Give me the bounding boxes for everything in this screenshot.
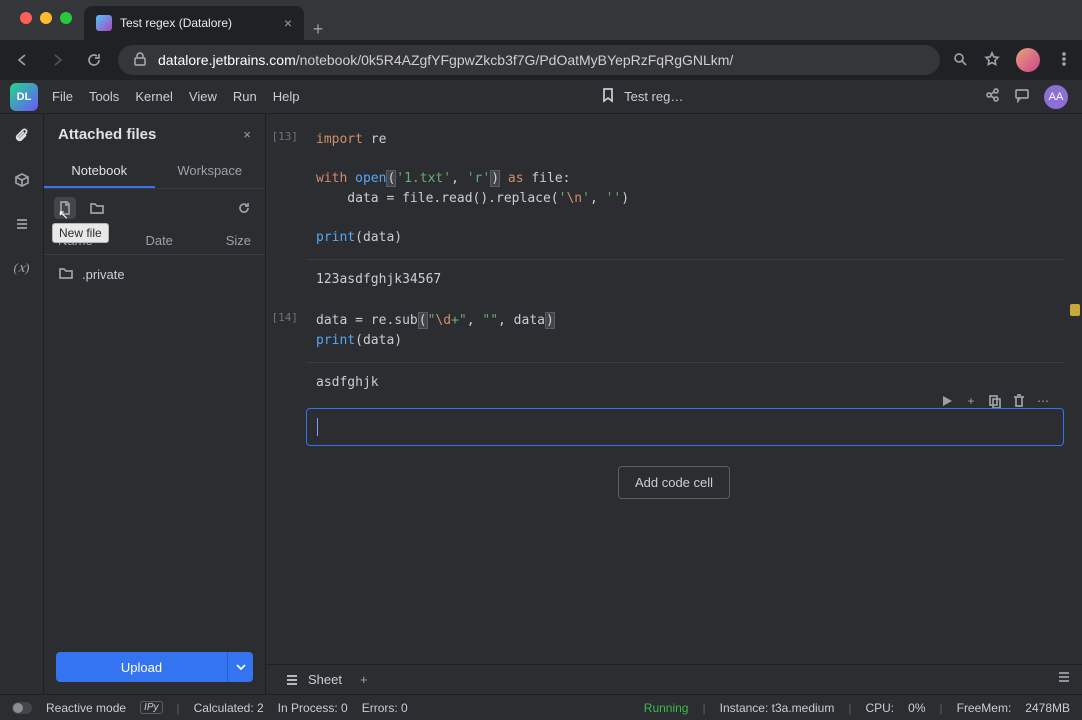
status-calculated: Calculated: 2 (194, 701, 264, 715)
user-avatar[interactable]: AA (1044, 85, 1068, 109)
box-icon (14, 172, 30, 188)
window-close-icon[interactable] (20, 12, 32, 24)
new-folder-button[interactable] (86, 197, 108, 219)
address-bar[interactable]: datalore.jetbrains.com/notebook/0k5R4AZg… (118, 45, 940, 75)
status-freemem-label: FreeMem: (957, 701, 1012, 715)
browser-tab[interactable]: Test regex (Datalore) × (84, 6, 304, 40)
browser-menu-icon[interactable] (1056, 51, 1072, 70)
reload-button[interactable] (82, 48, 106, 72)
rail-attached-files[interactable] (10, 124, 34, 148)
code-input[interactable]: data = re.sub("\d+", "", data) print(dat… (306, 305, 1064, 356)
col-date[interactable]: Date (145, 233, 172, 248)
menu-tools[interactable]: Tools (89, 89, 119, 104)
side-panel-title: Attached files (58, 126, 156, 143)
sheet-icon (284, 672, 300, 688)
menu-kernel[interactable]: Kernel (135, 89, 173, 104)
refresh-button[interactable] (233, 197, 255, 219)
sheet-name: Sheet (308, 672, 342, 687)
arrow-right-icon (50, 52, 66, 68)
paperclip-icon (14, 128, 30, 144)
rail-packages[interactable] (10, 168, 34, 192)
scroll-marker (1070, 304, 1080, 316)
refresh-icon (236, 200, 252, 216)
lock-icon (132, 51, 148, 70)
add-code-cell-button[interactable]: Add code cell (618, 466, 730, 499)
chevron-down-icon (233, 659, 249, 675)
reload-icon (86, 52, 102, 68)
close-panel-icon[interactable]: × (243, 127, 251, 142)
rail-variables[interactable]: (𝑥) (10, 256, 34, 280)
search-in-page-icon[interactable] (952, 51, 968, 70)
upload-dropdown[interactable] (227, 652, 253, 682)
status-instance[interactable]: Instance: t3a.medium (720, 701, 835, 715)
menu-run[interactable]: Run (233, 89, 257, 104)
reactive-mode-toggle[interactable] (12, 702, 32, 714)
empty-code-cell[interactable] (306, 408, 1064, 446)
bookmark-star-icon[interactable] (984, 51, 1000, 70)
rail-toc[interactable] (10, 212, 34, 236)
copy-icon (987, 393, 1003, 409)
status-running: Running (644, 701, 689, 715)
layout-toggle-icon[interactable] (1056, 670, 1072, 689)
new-file-button[interactable]: ↖ (54, 197, 76, 219)
sheet-tab[interactable]: Sheet (276, 668, 350, 692)
text-caret (317, 418, 318, 436)
back-button[interactable] (10, 48, 34, 72)
forward-button[interactable] (46, 48, 70, 72)
comments-icon[interactable] (1014, 87, 1030, 106)
code-input[interactable]: import re with open('1.txt', 'r') as fil… (306, 124, 1064, 253)
upload-button[interactable]: Upload (56, 652, 227, 682)
new-file-icon (57, 200, 73, 216)
tooltip-new-file: New file (52, 223, 109, 243)
col-size[interactable]: Size (226, 233, 251, 248)
menu-view[interactable]: View (189, 89, 217, 104)
bookmark-icon[interactable] (600, 87, 616, 106)
play-icon (939, 393, 955, 409)
cell-prompt: [13] (266, 124, 306, 299)
notebook-title[interactable]: Test reg… (624, 89, 683, 104)
new-tab-button[interactable]: + (304, 19, 332, 40)
menu-file[interactable]: File (52, 89, 73, 104)
folder-icon (58, 265, 74, 284)
ipy-badge: IPy (140, 701, 162, 714)
status-in-process: In Process: 0 (278, 701, 348, 715)
cell-output: 123asdfghjk34567 (306, 259, 1064, 299)
list-icon (14, 216, 30, 232)
arrow-left-icon (14, 52, 30, 68)
file-name: .private (82, 267, 125, 282)
trash-icon (1011, 393, 1027, 409)
datalore-favicon-icon (96, 15, 112, 31)
add-sheet-button[interactable]: + (360, 672, 368, 687)
menu-help[interactable]: Help (273, 89, 300, 104)
datalore-logo-icon[interactable]: DL (10, 83, 38, 111)
status-freemem-value: 2478MB (1025, 701, 1070, 715)
status-errors: Errors: 0 (362, 701, 408, 715)
folder-icon (89, 200, 105, 216)
window-maximize-icon[interactable] (60, 12, 72, 24)
tab-title: Test regex (Datalore) (120, 16, 276, 30)
url-text: datalore.jetbrains.com/notebook/0k5R4AZg… (158, 52, 733, 68)
cell-prompt: [14] (266, 305, 306, 402)
tab-close-icon[interactable]: × (284, 15, 292, 31)
profile-avatar[interactable] (1016, 48, 1040, 72)
window-minimize-icon[interactable] (40, 12, 52, 24)
status-cpu-value: 0% (908, 701, 925, 715)
share-icon[interactable] (984, 87, 1000, 106)
reactive-mode-label: Reactive mode (46, 701, 126, 715)
tab-workspace[interactable]: Workspace (155, 155, 266, 188)
file-row[interactable]: .private (44, 259, 265, 290)
status-cpu-label: CPU: (865, 701, 894, 715)
tab-notebook[interactable]: Notebook (44, 155, 155, 188)
